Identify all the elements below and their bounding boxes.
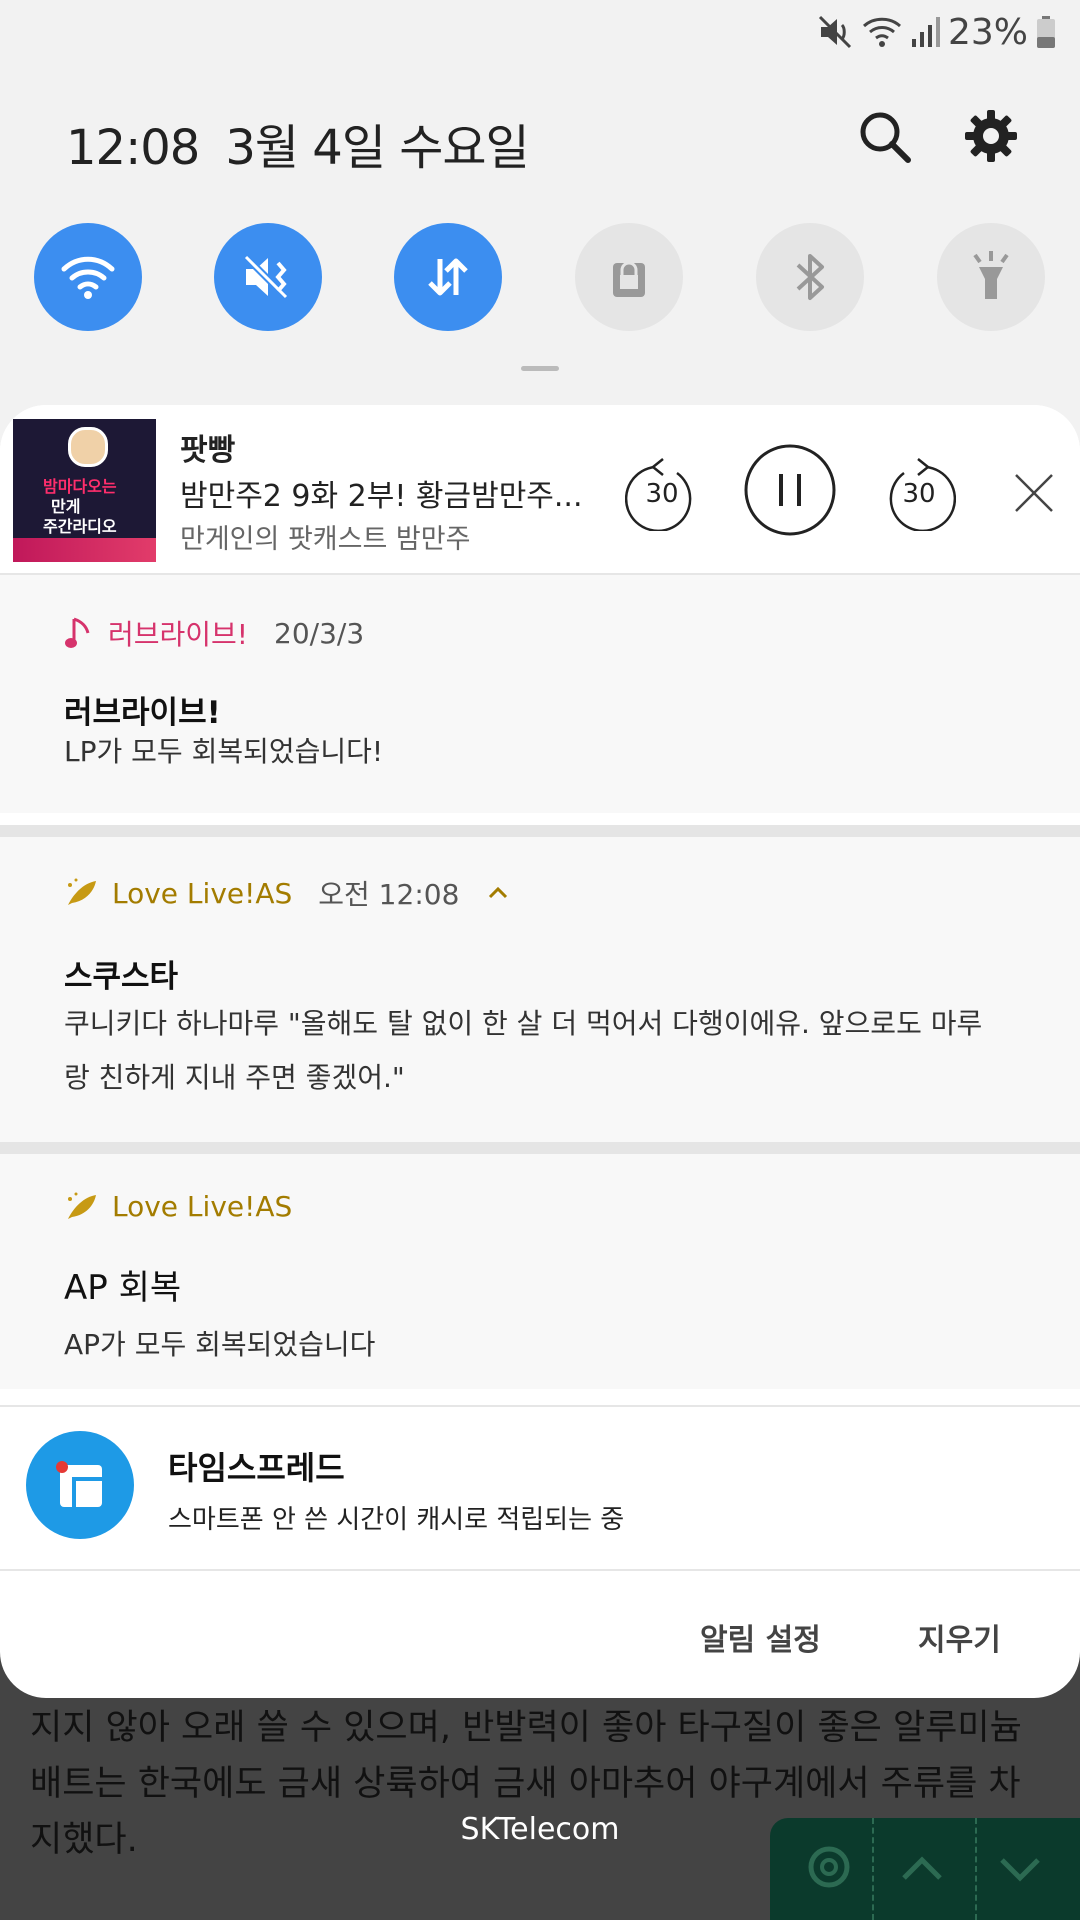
divider: [0, 825, 1080, 837]
toggle-bluetooth[interactable]: [756, 223, 864, 331]
album-artwork: 밤마다오는 만게 주간라디오: [13, 419, 156, 562]
timespread-text: 스마트폰 안 쓴 시간이 캐시로 적립되는 중: [168, 1505, 625, 1535]
pause-button[interactable]: [744, 444, 836, 536]
lock-icon: [613, 261, 645, 297]
notification-header: Love Live!AS 오전 12:08: [64, 873, 511, 913]
notification-app-name: 러브라이브!: [108, 618, 249, 651]
media-subtitle: 만게인의 팟캐스트 밤만주: [180, 524, 471, 555]
notification-body: 쿠니키다 하나마루 "올해도 탈 없이 한 살 더 먹어서 다행이에유. 앞으로…: [64, 1007, 983, 1094]
drag-handle[interactable]: [521, 366, 559, 371]
gear-icon[interactable]: [963, 108, 1019, 164]
pause-icon: [744, 444, 836, 536]
clear-all-button[interactable]: 지우기: [918, 1615, 1001, 1659]
notification-sheet: 밤마다오는 만게 주간라디오 팟빵 밤만주2 9화 2부! 황금밤만주... 만…: [0, 405, 1080, 1698]
gear-icon[interactable]: [798, 1836, 860, 1898]
toggle-mute[interactable]: [214, 223, 322, 331]
timespread-logo-icon: [56, 1461, 102, 1507]
feather-icon: [68, 878, 96, 905]
notification-header: Love Live!AS: [64, 1190, 318, 1223]
keyboard-toolbar: [770, 1818, 1080, 1920]
notification-app-name: Love Live!AS: [112, 876, 293, 910]
bluetooth-icon: [796, 254, 824, 300]
artwork-strip: [13, 538, 156, 562]
notification-title: AP 회복: [64, 1268, 182, 1308]
notification-time: 오전 12:08: [318, 878, 460, 911]
notification-body: AP가 모두 회복되었습니다: [64, 1328, 376, 1361]
feather-icon: [68, 1192, 96, 1219]
media-player-notification[interactable]: 밤마다오는 만게 주간라디오 팟빵 밤만주2 9화 2부! 황금밤만주... 만…: [0, 405, 1080, 575]
data-arrows-icon: [428, 258, 468, 296]
notification-lovelive-as-expanded[interactable]: Love Live!AS 오전 12:08 스쿠스타 쿠니키다 하나마루 "올해…: [0, 837, 1080, 1142]
screen: 지지 않아 오래 쓸 수 있으며, 반발력이 좋아 타구질이 좋은 알루미늄 배…: [0, 0, 1080, 1920]
notification-lovelive-as[interactable]: Love Live!AS AP 회복 AP가 모두 회복되었습니다: [0, 1154, 1080, 1389]
flashlight-icon: [973, 251, 1009, 299]
rewind-30-button[interactable]: 30: [624, 447, 699, 533]
notification-title: 스쿠스타: [64, 959, 179, 995]
divider: [0, 1142, 1080, 1154]
toggle-flashlight[interactable]: [937, 223, 1045, 331]
mute-icon: [243, 254, 289, 300]
toggle-mobile-data[interactable]: [394, 223, 502, 331]
date: 3월 4일 수요일: [225, 120, 529, 176]
chevron-down-icon[interactable]: [990, 1838, 1050, 1898]
battery-percent: 23%: [947, 11, 1028, 53]
status-bar: 23%: [818, 11, 1056, 53]
mute-icon: [818, 15, 852, 49]
artwork-avatar: [68, 427, 108, 467]
divider: [872, 1818, 874, 1920]
forward-30-button[interactable]: 30: [882, 447, 957, 533]
chevron-up-icon[interactable]: [485, 883, 511, 903]
media-app-name: 팟빵: [180, 433, 236, 468]
wifi-icon: [862, 17, 901, 47]
notification-time: 20/3/3: [274, 616, 365, 650]
toggle-screen-lock[interactable]: [575, 223, 683, 331]
notification-app-name: Love Live!AS: [112, 1190, 293, 1223]
divider: [0, 1569, 1080, 1571]
forward-label: 30: [902, 479, 936, 509]
music-note-icon: [65, 617, 90, 648]
notification-body: LP가 모두 회복되었습니다!: [64, 735, 384, 768]
toggle-wifi[interactable]: [34, 223, 142, 331]
notification-settings-button[interactable]: 알림 설정: [700, 1615, 821, 1659]
media-title: 밤만주2 9화 2부! 황금밤만주...: [180, 479, 583, 514]
close-icon[interactable]: [1012, 471, 1056, 515]
wifi-icon: [61, 256, 115, 299]
signal-icon: [911, 17, 940, 47]
rewind-label: 30: [645, 479, 679, 509]
quick-settings-panel: 23% 12:08 3월 4일 수요일: [0, 0, 1080, 470]
timespread-title: 타임스프레드: [168, 1449, 345, 1487]
notification-lovelive[interactable]: 러브라이브! 20/3/3 러브라이브! LP가 모두 회복되었습니다!: [0, 575, 1080, 813]
timespread-app-icon: [26, 1431, 134, 1539]
chevron-up-icon[interactable]: [892, 1838, 952, 1898]
notification-header: 러브라이브! 20/3/3: [64, 613, 364, 653]
timespread-notification[interactable]: 타임스프레드 스마트폰 안 쓴 시간이 캐시로 적립되는 중: [0, 1407, 1080, 1567]
divider: [975, 1818, 977, 1920]
battery-icon: [1037, 16, 1055, 48]
search-icon[interactable]: [856, 108, 912, 164]
date-time: 12:08 3월 4일 수요일: [66, 108, 555, 178]
clock: 12:08: [66, 120, 200, 176]
artwork-text: 주간라디오: [43, 517, 117, 536]
